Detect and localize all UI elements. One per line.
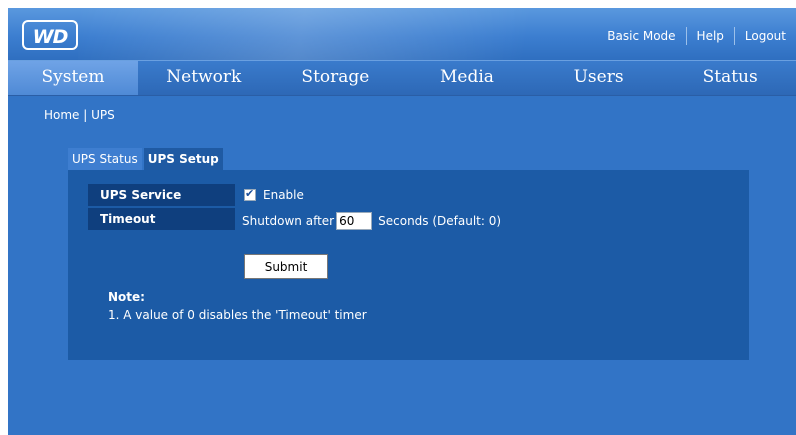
header-sheen bbox=[78, 8, 638, 60]
help-link[interactable]: Help bbox=[687, 29, 734, 43]
tab-system[interactable]: System bbox=[8, 61, 138, 95]
subtab-ups-status[interactable]: UPS Status bbox=[68, 148, 142, 170]
note-line: 1. A value of 0 disables the 'Timeout' t… bbox=[108, 308, 367, 322]
main-nav: System Network Storage Media Users Statu… bbox=[8, 60, 796, 96]
enable-option: ✔ Enable bbox=[244, 187, 304, 202]
logout-link[interactable]: Logout bbox=[735, 29, 796, 43]
tab-users[interactable]: Users bbox=[533, 61, 665, 95]
timeout-setting: Shutdown after Seconds (Default: 0) bbox=[242, 212, 501, 230]
ups-service-label: UPS Service bbox=[88, 184, 235, 206]
wd-logo: WD bbox=[22, 20, 78, 50]
basic-mode-link[interactable]: Basic Mode bbox=[597, 29, 685, 43]
app-window: WD Basic Mode Help Logout System Network… bbox=[8, 8, 796, 435]
breadcrumb: Home | UPS bbox=[44, 108, 115, 122]
timeout-suffix-text: Seconds (Default: 0) bbox=[378, 214, 502, 228]
subtab-bar: UPS Status UPS Setup bbox=[68, 148, 223, 170]
timeout-input[interactable] bbox=[336, 212, 373, 230]
note-title: Note: bbox=[108, 290, 145, 304]
header-bar: WD Basic Mode Help Logout bbox=[8, 8, 796, 60]
submit-button[interactable]: Submit bbox=[244, 254, 328, 279]
tab-storage[interactable]: Storage bbox=[270, 61, 402, 95]
timeout-label: Timeout bbox=[88, 208, 235, 230]
ups-setup-panel: UPS Service ✔ Enable Timeout Shutdown af… bbox=[68, 170, 749, 360]
tab-network[interactable]: Network bbox=[138, 61, 270, 95]
breadcrumb-home[interactable]: Home bbox=[44, 108, 79, 122]
shutdown-after-text: Shutdown after bbox=[242, 214, 335, 228]
checkmark-icon: ✔ bbox=[245, 187, 255, 200]
tab-status[interactable]: Status bbox=[664, 61, 796, 95]
subtab-ups-setup[interactable]: UPS Setup bbox=[143, 148, 223, 170]
enable-checkbox[interactable]: ✔ bbox=[244, 187, 256, 201]
tab-media[interactable]: Media bbox=[401, 61, 533, 95]
top-links: Basic Mode Help Logout bbox=[597, 26, 796, 46]
enable-label: Enable bbox=[263, 188, 304, 202]
breadcrumb-current: UPS bbox=[91, 108, 115, 122]
breadcrumb-separator: | bbox=[83, 108, 88, 122]
